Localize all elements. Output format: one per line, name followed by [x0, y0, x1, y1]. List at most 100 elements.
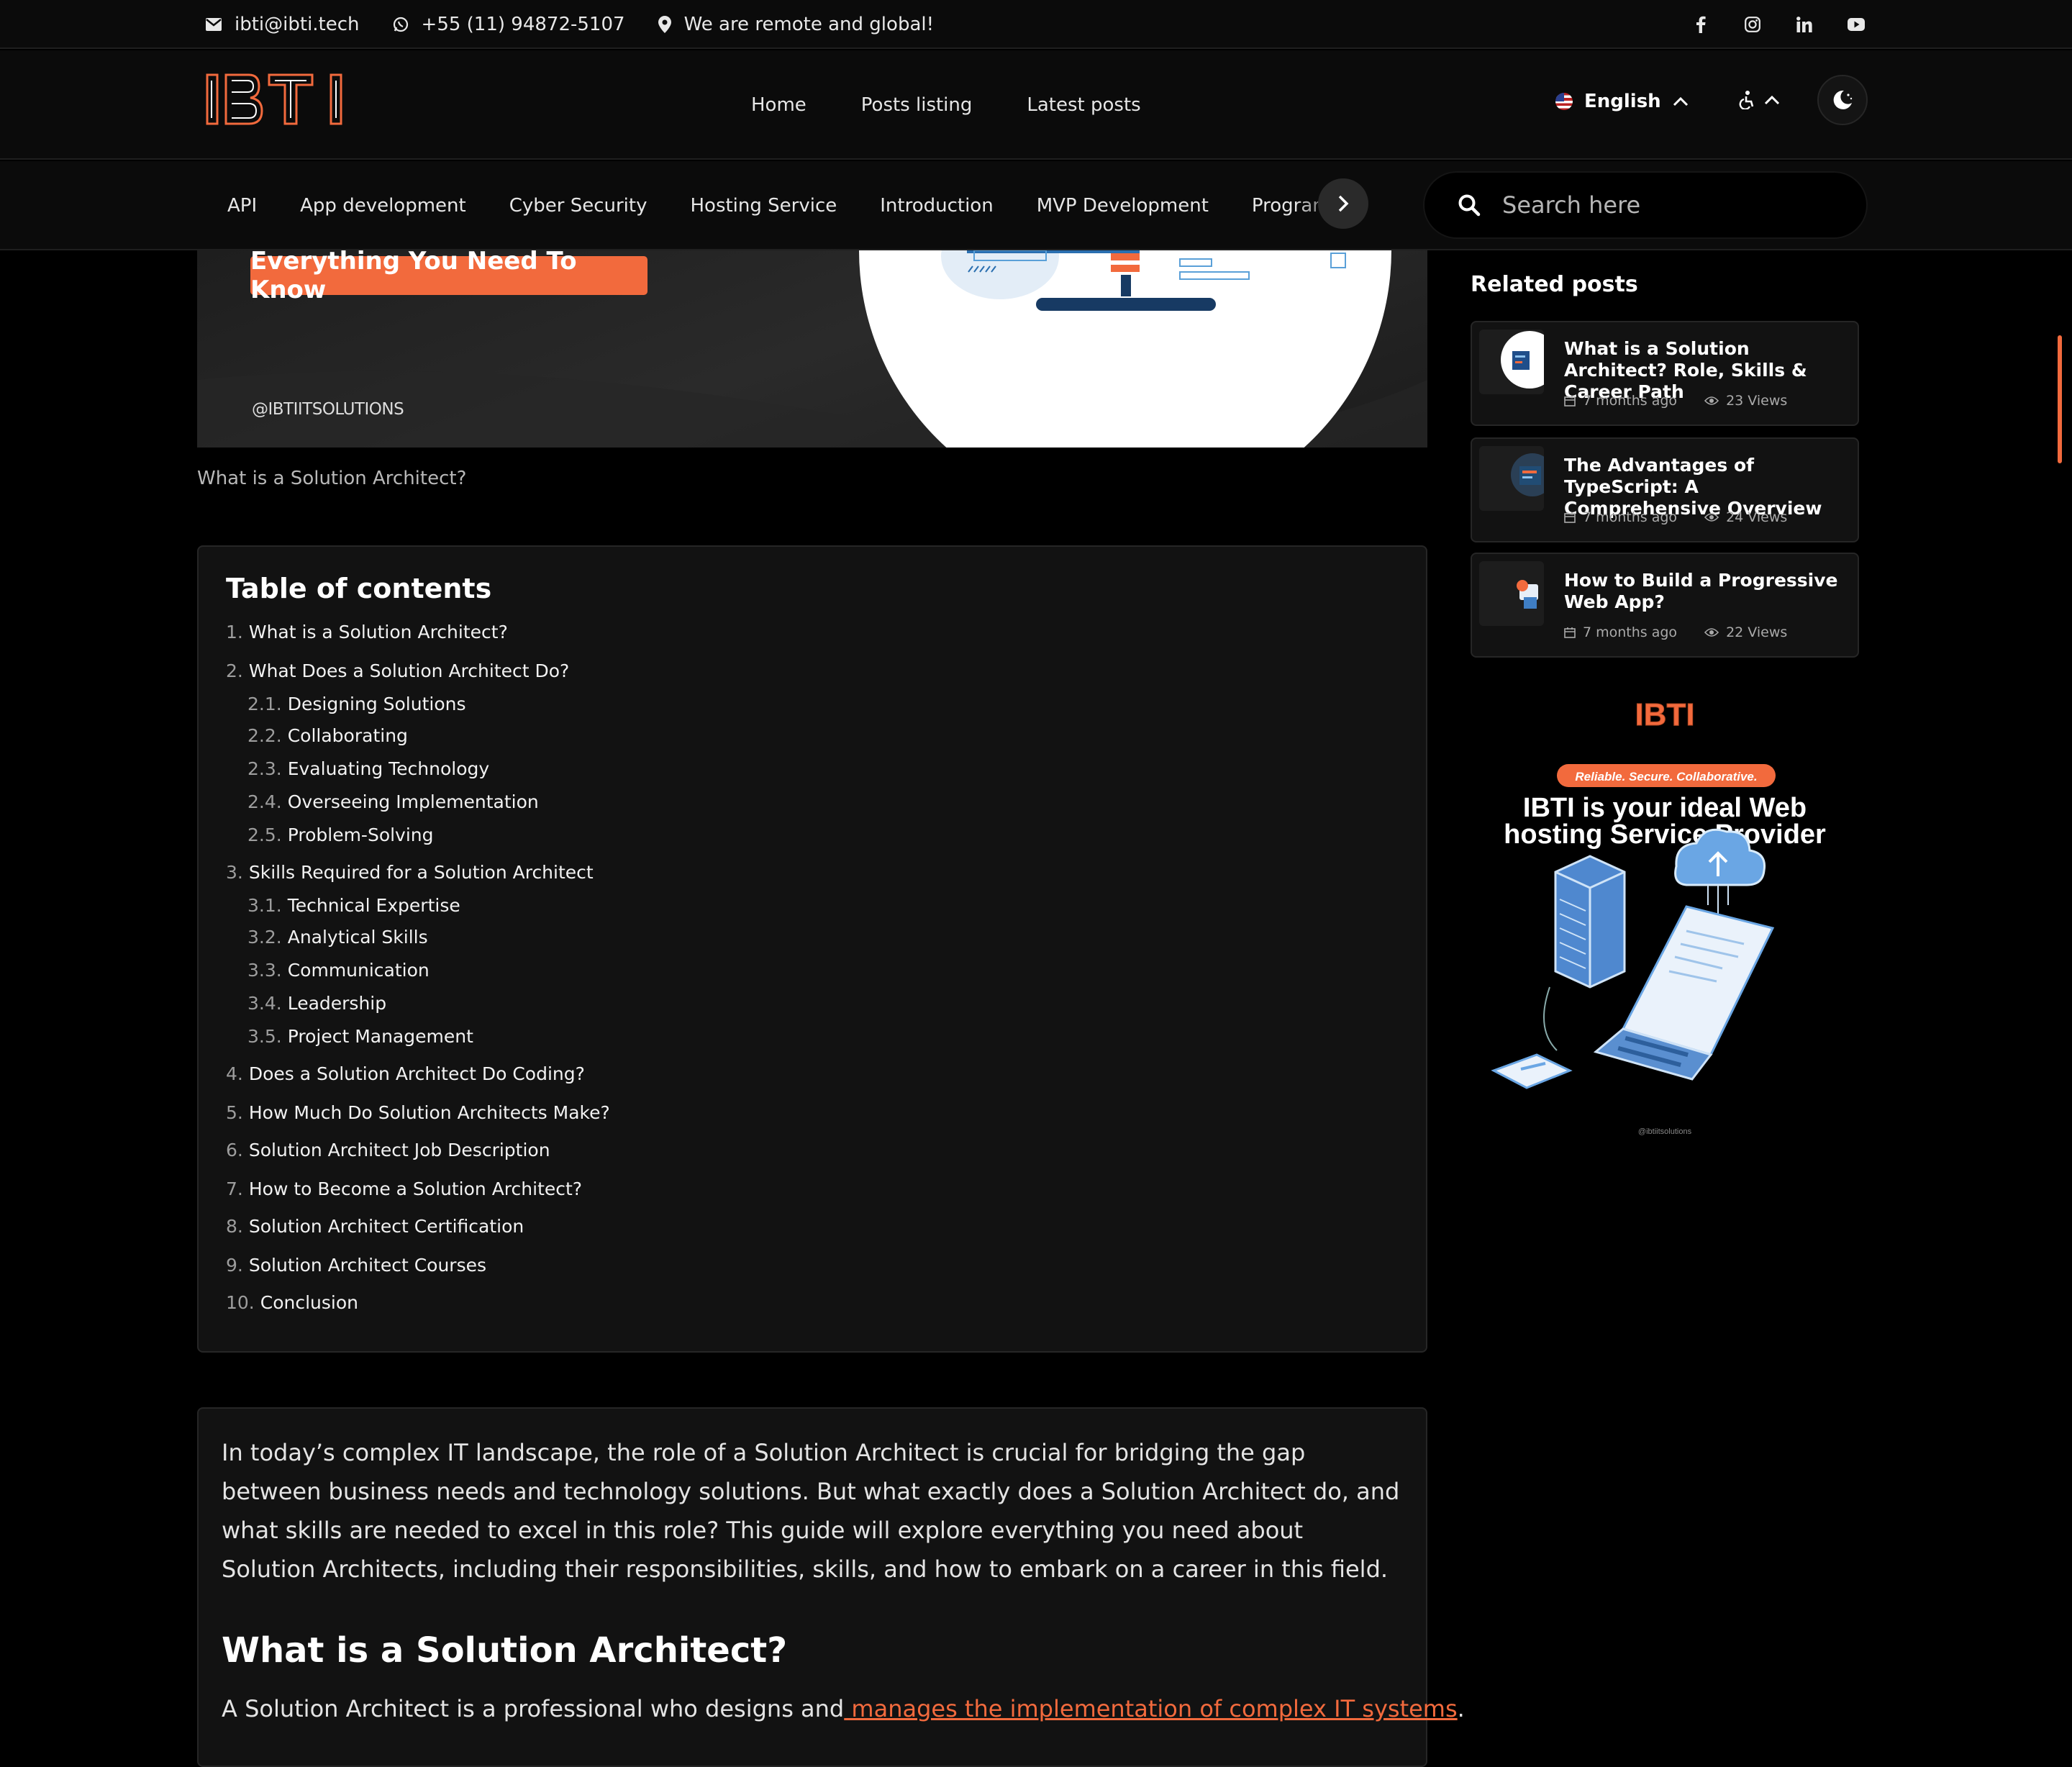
nav-posts-listing[interactable]: Posts listing: [861, 94, 973, 116]
toc-item-number: 2.: [226, 660, 243, 681]
search-box[interactable]: Search here: [1423, 171, 1868, 239]
us-flag-icon: [1555, 93, 1573, 110]
toc-item-label: Overseeing Implementation: [287, 791, 539, 812]
category-next-button[interactable]: [1318, 178, 1368, 229]
toc-item[interactable]: 2.4. Overseeing Implementation: [247, 791, 539, 812]
search-input[interactable]: Search here: [1502, 191, 1640, 219]
lead-end: .: [1457, 1695, 1465, 1722]
toc-item[interactable]: 5. How Much Do Solution Architects Make?: [226, 1102, 610, 1123]
related-post-date: 7 months ago: [1583, 624, 1678, 640]
top-contact-bar: ibti@ibti.tech +55 (11) 94872-5107 We ar…: [0, 0, 2072, 49]
hero-handle: @IBTIITSOLUTIONS: [252, 400, 404, 419]
toc-item-label: Solution Architect Job Description: [248, 1140, 550, 1160]
site-logo[interactable]: [204, 71, 348, 128]
toc-item[interactable]: 3.4. Leadership: [247, 993, 386, 1014]
toc-item[interactable]: 3. Skills Required for a Solution Archite…: [226, 862, 594, 883]
toc-item[interactable]: 2.1. Designing Solutions: [247, 694, 466, 714]
toc-item[interactable]: 8. Solution Architect Certification: [226, 1216, 524, 1237]
facebook-icon[interactable]: [1692, 16, 1709, 33]
toc-item[interactable]: 3.1. Technical Expertise: [247, 895, 460, 916]
category-cyber-security[interactable]: Cyber Security: [509, 195, 648, 217]
instagram-icon[interactable]: [1744, 16, 1761, 33]
search-icon: [1458, 194, 1481, 217]
ad-tagline: Reliable. Secure. Collaborative.: [1575, 770, 1757, 783]
ad-logo: IBTI: [1635, 697, 1694, 732]
email-text: ibti@ibti.tech: [235, 14, 360, 35]
toc-item[interactable]: 4. Does a Solution Architect Do Coding?: [226, 1063, 585, 1084]
phone-text: +55 (11) 94872-5107: [421, 14, 625, 35]
calendar-icon: [1564, 512, 1576, 523]
map-pin-icon: [658, 16, 671, 33]
toc-item-label: Does a Solution Architect Do Coding?: [248, 1063, 585, 1084]
toc-item-label: How to Become a Solution Architect?: [248, 1178, 583, 1199]
category-api[interactable]: API: [227, 195, 257, 217]
article-lead: A Solution Architect is a professional w…: [222, 1695, 1465, 1722]
related-post-thumbnail: [1479, 446, 1544, 511]
related-post-views: 22 Views: [1726, 624, 1788, 640]
toc-item-label: How Much Do Solution Architects Make?: [248, 1102, 610, 1123]
related-post-card[interactable]: How to Build a Progressive Web App? 7 mo…: [1471, 553, 1859, 658]
main-navigation: Home Posts listing Latest posts: [751, 50, 1141, 160]
location-text: We are remote and global!: [683, 14, 935, 35]
toc-item-number: 2.2.: [247, 725, 282, 746]
toc-item-number: 3.4.: [247, 993, 282, 1014]
toc-item-label: Conclusion: [260, 1292, 359, 1313]
category-hosting-service[interactable]: Hosting Service: [690, 195, 837, 217]
toc-item-label: Problem-Solving: [287, 825, 434, 845]
nav-home[interactable]: Home: [751, 94, 806, 116]
lead-link[interactable]: manages the implementation of complex IT…: [844, 1695, 1457, 1722]
toc-item[interactable]: 3.5. Project Management: [247, 1026, 473, 1047]
eye-icon: [1704, 513, 1719, 522]
related-post-title: How to Build a Progressive Web App?: [1564, 570, 1838, 612]
category-list: API App development Cyber Security Hosti…: [206, 161, 1321, 250]
toc-item-number: 2.3.: [247, 758, 282, 779]
related-post-views: 23 Views: [1726, 393, 1788, 409]
toc-item[interactable]: 3.3. Communication: [247, 960, 430, 981]
page-scrollbar-thumb[interactable]: [2058, 335, 2062, 463]
language-selector[interactable]: English: [1555, 91, 1689, 112]
related-post-date: 7 months ago: [1583, 509, 1678, 525]
article-heading: What is a Solution Architect?: [222, 1630, 788, 1671]
toc-item-number: 2.1.: [247, 694, 282, 714]
toc-item[interactable]: 6. Solution Architect Job Description: [226, 1140, 550, 1160]
hosting-ad-banner[interactable]: IBTI Reliable. Secure. Collaborative. IB…: [1471, 691, 1859, 1151]
toc-item[interactable]: 2.3. Evaluating Technology: [247, 758, 489, 779]
related-post-card[interactable]: The Advantages of TypeScript: A Comprehe…: [1471, 437, 1859, 542]
moon-icon: [1833, 90, 1853, 109]
toc-item-number: 5.: [226, 1102, 243, 1123]
whatsapp-icon: [393, 17, 408, 32]
toc-title: Table of contents: [226, 573, 492, 604]
theme-toggle-button[interactable]: [1817, 75, 1868, 125]
accessibility-menu[interactable]: [1738, 91, 1780, 109]
related-post-date: 7 months ago: [1583, 393, 1678, 409]
toc-item[interactable]: 2.5. Problem-Solving: [247, 825, 434, 845]
toc-item[interactable]: 9. Solution Architect Courses: [226, 1255, 486, 1276]
linkedin-icon[interactable]: [1796, 16, 1813, 33]
toc-item-label: Solution Architect Courses: [248, 1255, 486, 1276]
ad-headline-2: hosting Service Provider: [1504, 819, 1826, 850]
chevron-right-icon: [1338, 195, 1349, 212]
eye-icon: [1704, 628, 1719, 637]
toc-item[interactable]: 7. How to Become a Solution Architect?: [226, 1178, 582, 1199]
accessibility-icon: [1739, 91, 1754, 109]
category-introduction[interactable]: Introduction: [880, 195, 993, 217]
toc-item[interactable]: 10. Conclusion: [226, 1292, 358, 1313]
toc-item-label: Technical Expertise: [287, 895, 460, 916]
toc-item-number: 10.: [226, 1292, 255, 1313]
related-post-views: 24 Views: [1726, 509, 1788, 525]
related-post-thumbnail: [1479, 561, 1544, 626]
related-post-card[interactable]: What is a Solution Architect? Role, Skil…: [1471, 321, 1859, 426]
category-app-development[interactable]: App development: [300, 195, 466, 217]
toc-item[interactable]: 3.2. Analytical Skills: [247, 927, 428, 948]
toc-item[interactable]: 2.2. Collaborating: [247, 725, 408, 746]
email-contact[interactable]: ibti@ibti.tech: [206, 14, 360, 35]
youtube-icon[interactable]: [1848, 16, 1865, 33]
category-mvp-development[interactable]: MVP Development: [1037, 195, 1209, 217]
envelope-icon: [206, 18, 222, 31]
phone-contact[interactable]: +55 (11) 94872-5107: [393, 14, 625, 35]
toc-item[interactable]: 2. What Does a Solution Architect Do?: [226, 660, 569, 681]
nav-latest-posts[interactable]: Latest posts: [1027, 94, 1140, 116]
toc-item[interactable]: 1. What is a Solution Architect?: [226, 622, 508, 642]
toc-item-label: Designing Solutions: [287, 694, 466, 714]
related-post-meta: 7 months ago 24 Views: [1564, 509, 1787, 525]
